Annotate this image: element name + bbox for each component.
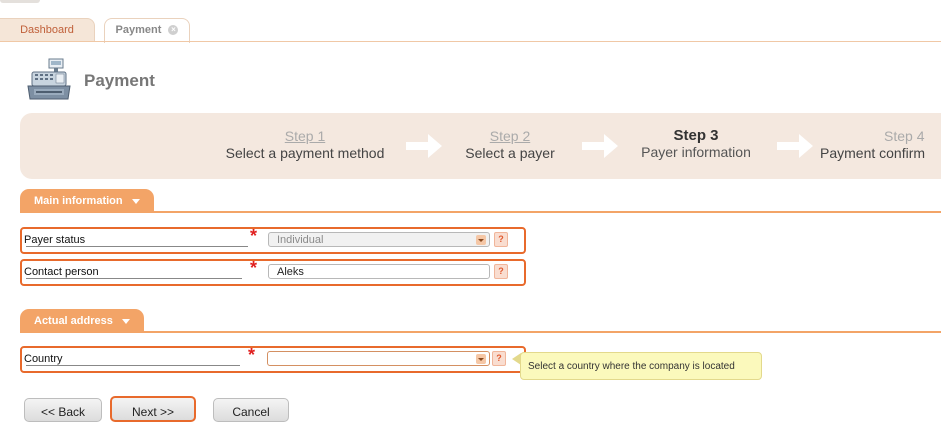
cancel-button[interactable]: Cancel [213,398,289,422]
step-3-label: Payer information [641,144,751,160]
wizard-steps: Step 1 Select a payment method Step 2 Se… [20,113,941,179]
section-main-label: Main information [34,195,123,207]
tab-dashboard[interactable]: Dashboard [0,18,95,42]
arrow-right-icon [777,134,813,158]
tooltip-pointer [512,353,521,365]
help-icon[interactable]: ? [494,232,508,247]
payer-status-value: Individual [277,234,324,246]
country-row: Country * ? [20,345,526,373]
section-address-label: Actual address [34,315,113,327]
close-icon[interactable]: × [168,25,179,36]
caret-down-icon [131,198,140,204]
tab-bar-divider [0,41,941,42]
tab-payment-label: Payment [115,24,162,36]
help-icon[interactable]: ? [492,351,506,366]
arrow-right-icon [582,134,618,158]
required-mark: * [248,345,256,365]
country-select[interactable] [267,351,490,366]
caret-down-icon [121,318,130,324]
tab-dashboard-label: Dashboard [20,24,74,36]
tooltip-text: Select a country where the company is lo… [528,361,735,372]
required-mark: * [250,226,258,246]
country-tooltip: Select a country where the company is lo… [512,352,762,380]
section-address-divider [20,331,941,333]
step-1-label: Select a payment method [225,145,385,161]
contact-person-row: Contact person * Aleks ? [20,258,526,286]
page-title: Payment [84,71,155,90]
arrow-right-icon [406,134,442,158]
section-main-information[interactable]: Main information [20,189,154,212]
back-button[interactable]: << Back [24,398,102,422]
section-main-divider [20,211,941,213]
chevron-down-icon[interactable] [476,235,486,245]
country-label: Country [24,353,67,365]
step-4-label: Payment confirm [820,145,926,161]
chevron-down-icon[interactable] [476,354,486,364]
payer-status-select[interactable]: Individual [268,232,490,247]
contact-person-input[interactable]: Aleks [268,264,490,279]
step-1-number[interactable]: Step 1 [214,128,396,145]
step-2-label: Select a payer [465,145,555,161]
payer-status-label: Payer status [24,234,90,246]
contact-person-value: Aleks [277,266,304,278]
contact-person-label: Contact person [24,266,103,278]
tab-payment[interactable]: Payment × [104,18,190,43]
step-3-number: Step 3 [673,127,719,144]
required-mark: * [250,258,258,278]
payer-status-row: Payer status * Individual ? [20,226,526,254]
tab-bar-top-handle [0,0,40,3]
step-4-number: Step 4 [884,128,925,144]
wizard-step-3-current: Step 3 Payer information [636,127,756,161]
next-button[interactable]: Next >> [110,396,196,422]
cash-register-icon [26,57,72,103]
wizard-step-1[interactable]: Step 1 Select a payment method [214,128,396,162]
help-icon[interactable]: ? [494,264,508,279]
section-actual-address[interactable]: Actual address [20,309,144,332]
step-2-number[interactable]: Step 2 [458,128,562,145]
wizard-step-2[interactable]: Step 2 Select a payer [458,128,562,162]
tab-bar: Dashboard Payment × [0,0,941,43]
wizard-step-4: Step 4 Payment confirm [820,128,941,162]
